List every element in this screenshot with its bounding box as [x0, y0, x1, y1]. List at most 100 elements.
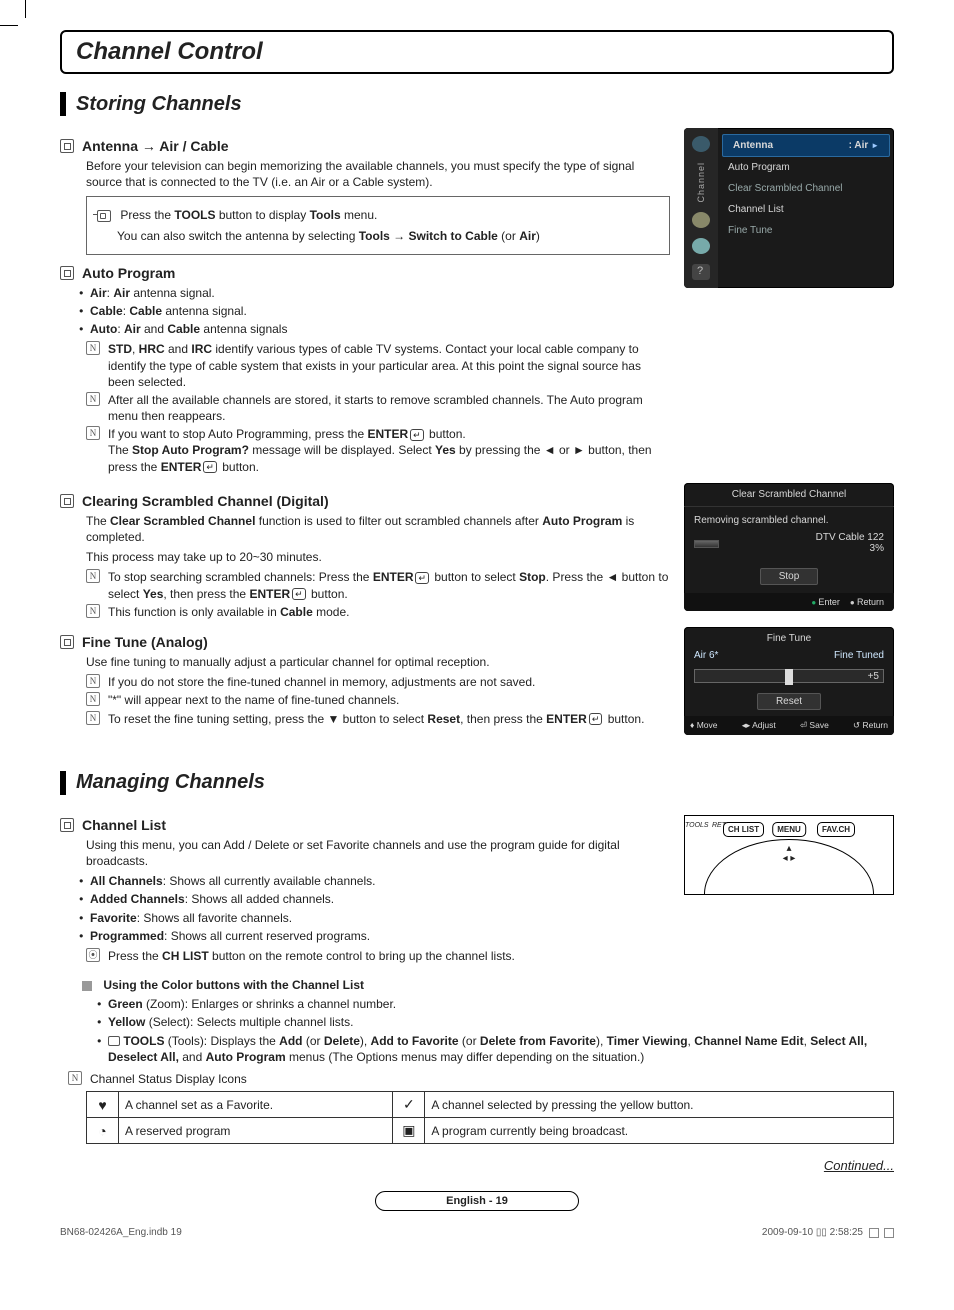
note-icon: N	[86, 426, 100, 440]
status-icons-table: ♥ A channel set as a Favorite. ✓ A chann…	[86, 1091, 894, 1144]
note-icon: N	[86, 674, 100, 688]
remote-illustration: CH LIST MENU FAV.CH TOOLS RETURN ▴◂ ▸	[684, 815, 894, 895]
osd-channel-menu: Channel Antenna : Air ► Auto Program Cle…	[684, 128, 894, 288]
note-icon: N	[68, 1071, 82, 1085]
osd-icon-antenna	[692, 238, 710, 254]
osd-row-antenna[interactable]: Antenna : Air ►	[722, 134, 890, 157]
section-title-managing: Managing Channels	[76, 771, 265, 794]
channel-list-options: All Channels: Shows all currently availa…	[90, 873, 670, 944]
osd-main: Antenna : Air ► Auto Program Clear Scram…	[718, 128, 894, 288]
color-swatch	[884, 1228, 894, 1238]
square-bullet-icon	[60, 139, 74, 153]
list-item: Programmed: Shows all current reserved p…	[90, 928, 670, 944]
status-desc: A reserved program	[119, 1118, 393, 1144]
clearing-p1: The Clear Scrambled Channel function is …	[86, 513, 670, 545]
list-item: Air: Air antenna signal.	[90, 285, 670, 301]
print-footer: BN68-02426A_Eng.indb 19 2009-09-10 ▯▯ 2:…	[60, 1227, 894, 1238]
osd-fine-value: +5	[868, 670, 879, 684]
continued-label: Continued...	[60, 1158, 894, 1173]
color-buttons-list: Green (Zoom): Enlarges or shrinks a chan…	[108, 996, 894, 1065]
note-clearing-cable-only: N This function is only available in Cab…	[86, 604, 670, 620]
osd-progress-bar	[694, 540, 719, 548]
enter-icon	[410, 429, 424, 441]
fine-p1: Use fine tuning to manually adjust a par…	[86, 654, 670, 670]
note-icon: N	[86, 341, 100, 355]
osd-reset-button[interactable]: Reset	[757, 693, 821, 710]
clock-icon: ◔	[87, 1118, 119, 1144]
enter-icon	[415, 572, 429, 584]
osd-foot-enter: Enter	[811, 597, 840, 607]
heart-icon: ♥	[87, 1092, 119, 1118]
note-status-icons-heading: N Channel Status Display Icons	[68, 1071, 894, 1087]
remote-note-icon: ⦿	[86, 948, 100, 962]
osd-icon-power	[692, 136, 710, 152]
osd-icon-help	[692, 264, 710, 280]
list-item: Favorite: Shows all favorite channels.	[90, 910, 670, 926]
osd-clear-title: Clear Scrambled Channel	[684, 483, 894, 507]
note-icon: N	[86, 604, 100, 618]
osd-fine-tune: Fine Tune Air 6* Fine Tuned +5 Reset ♦ M…	[684, 627, 894, 735]
note-icon: N	[86, 692, 100, 706]
subhead-color-buttons: Using the Color buttons with the Channel…	[82, 978, 894, 992]
square-bullet-icon	[60, 635, 74, 649]
section-head-managing: Managing Channels	[60, 771, 894, 795]
osd-fine-status: Fine Tuned	[834, 650, 884, 661]
square-bullet-icon	[60, 818, 74, 832]
osd-row-channel-list[interactable]: Channel List	[718, 199, 894, 220]
note-fine-2: N "*" will appear next to the name of fi…	[86, 692, 670, 708]
note-icon: N	[86, 711, 100, 725]
note-fine-1: N If you do not store the fine-tuned cha…	[86, 674, 670, 690]
osd-row-clear-scrambled[interactable]: Clear Scrambled Channel	[718, 178, 894, 199]
list-item: Green (Zoom): Enlarges or shrinks a chan…	[108, 996, 894, 1012]
subsection-title-clearing: Clearing Scrambled Channel (Digital)	[82, 493, 329, 509]
subsection-antenna: Antenna → Air / Cable	[60, 138, 670, 154]
tools-callout-box: Press the TOOLS button to display Tools …	[86, 196, 670, 254]
osd-clear-channel: DTV Cable 122	[816, 532, 884, 543]
osd-fine-slider[interactable]: +5	[694, 669, 884, 683]
note-icon: N	[86, 569, 100, 583]
osd-fine-channel: Air 6*	[694, 650, 718, 661]
status-desc: A channel set as a Favorite.	[119, 1092, 393, 1118]
section-bar	[60, 771, 66, 795]
list-item: All Channels: Shows all currently availa…	[90, 873, 670, 889]
remote-btn-chlist: CH LIST	[723, 822, 764, 837]
list-item: TOOLS (Tools): Displays the Add (or Dele…	[108, 1033, 894, 1065]
status-desc: A program currently being broadcast.	[425, 1118, 894, 1144]
osd-row-auto-program[interactable]: Auto Program	[718, 157, 894, 178]
osd-fine-title: Fine Tune	[684, 627, 894, 650]
remote-dpad-ring	[704, 839, 874, 895]
osd-clear-scrambled: Clear Scrambled Channel Removing scrambl…	[684, 483, 894, 611]
note-chlist-button: ⦿ Press the CH LIST button on the remote…	[86, 948, 670, 964]
print-file-label: BN68-02426A_Eng.indb 19	[60, 1227, 182, 1238]
list-item: Cable: Cable antenna signal.	[90, 303, 670, 319]
subsection-title-antenna: Antenna → Air / Cable	[82, 138, 229, 154]
subsection-auto-program: Auto Program	[60, 265, 670, 281]
note-remove-scrambled: N After all the available channels are s…	[86, 392, 670, 424]
subsection-channel-list: Channel List	[60, 817, 670, 833]
tools-line-1: Press the TOOLS button to display Tools …	[97, 207, 659, 223]
list-item: Added Channels: Shows all added channels…	[90, 891, 670, 907]
page-number-pill: English - 19	[375, 1191, 579, 1211]
osd-stop-button[interactable]: Stop	[760, 568, 819, 585]
section-head-storing: Storing Channels	[60, 92, 894, 116]
osd-row-fine-tune[interactable]: Fine Tune	[718, 220, 894, 241]
subsection-clearing: Clearing Scrambled Channel (Digital)	[60, 493, 670, 509]
osd-sidebar: Channel	[684, 128, 718, 288]
osd-foot-adjust: ◂▸ Adjust	[742, 720, 776, 731]
osd-icon-gear	[692, 212, 710, 228]
osd-foot-return: ↺ Return	[853, 720, 888, 731]
auto-program-list: Air: Air antenna signal. Cable: Cable an…	[90, 285, 670, 338]
broadcast-icon: ▣	[393, 1118, 425, 1144]
antenna-paragraph: Before your television can begin memoriz…	[86, 158, 670, 190]
square-bullet-icon	[60, 266, 74, 280]
enter-icon	[292, 588, 306, 600]
tools-icon	[97, 210, 111, 222]
osd-foot-save: ⏎ Save	[800, 720, 829, 731]
enter-icon	[589, 713, 603, 725]
osd-clear-percent: 3%	[870, 543, 884, 554]
subsection-title-channel-list: Channel List	[82, 817, 166, 833]
tools-icon	[108, 1036, 120, 1046]
note-fine-3: N To reset the fine tuning setting, pres…	[86, 711, 670, 727]
note-clearing-stop: N To stop searching scrambled channels: …	[86, 569, 670, 601]
slider-thumb[interactable]	[785, 669, 793, 685]
